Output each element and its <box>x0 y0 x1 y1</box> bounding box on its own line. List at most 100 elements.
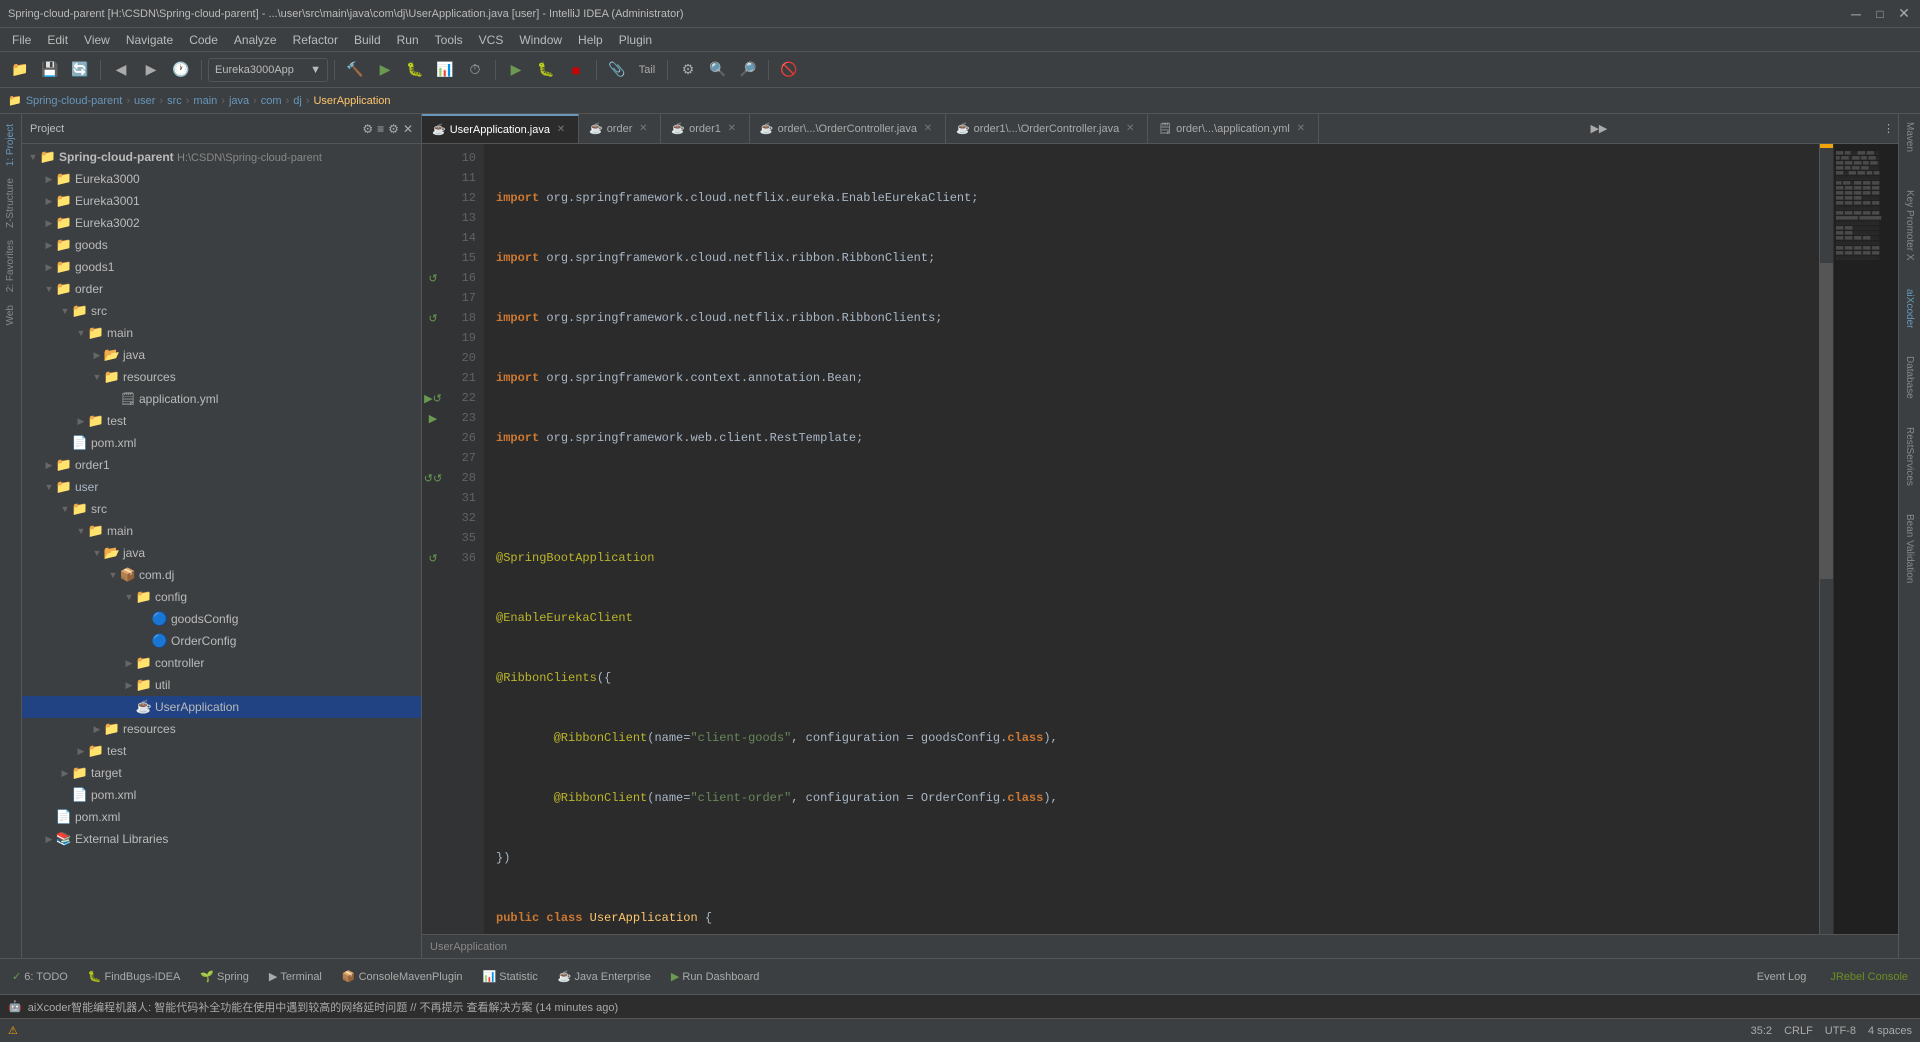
tree-item-eureka3000[interactable]: ▶ 📁 Eureka3000 <box>22 168 421 190</box>
scroll-thumb[interactable] <box>1820 263 1833 579</box>
left-vtab-favorites[interactable]: 2: Favorites <box>2 234 19 298</box>
scroll-bar[interactable] <box>1819 144 1833 934</box>
menu-tools[interactable]: Tools <box>427 28 471 52</box>
tab-overflow-btn[interactable]: ⋮ <box>1879 122 1898 135</box>
menu-file[interactable]: File <box>4 28 39 52</box>
run2-button[interactable]: ▶ <box>502 56 530 84</box>
menu-plugin[interactable]: Plugin <box>611 28 660 52</box>
bottom-tab-terminal[interactable]: ▶ Terminal <box>261 965 330 989</box>
expand-icon[interactable]: ≡ <box>377 122 384 136</box>
tree-item-order[interactable]: ▼ 📁 order <box>22 278 421 300</box>
tree-item-orderconfig[interactable]: ▶ 🔵 OrderConfig <box>22 630 421 652</box>
tab-close-order1[interactable]: ✕ <box>725 122 739 136</box>
menu-edit[interactable]: Edit <box>39 28 76 52</box>
search-button[interactable]: 🔍 <box>704 56 732 84</box>
tree-item-userapplication[interactable]: ▶ ☕ UserApplication <box>22 696 421 718</box>
bottom-tab-spring[interactable]: 🌱 Spring <box>192 965 257 989</box>
menu-window[interactable]: Window <box>511 28 570 52</box>
tree-item-user-test[interactable]: ▶ 📁 test <box>22 740 421 762</box>
tree-item-target[interactable]: ▶ 📁 target <box>22 762 421 784</box>
tab-close-order-ctrl[interactable]: ✕ <box>921 122 935 136</box>
gutter-line-26[interactable]: ↺ ↺ <box>422 468 444 488</box>
tail-button[interactable]: Tail <box>633 56 661 84</box>
event-log-btn[interactable]: Event Log <box>1749 965 1815 989</box>
bc-main[interactable]: main <box>193 95 217 107</box>
tree-item-root-pom[interactable]: ▶ 📄 pom.xml <box>22 806 421 828</box>
stop2-button[interactable]: 🚫 <box>775 56 803 84</box>
sync-button[interactable]: 🔄 <box>66 56 94 84</box>
tree-item-order-pom[interactable]: ▶ 📄 pom.xml <box>22 432 421 454</box>
right-panel-bean-validation[interactable]: Bean Validation <box>1902 510 1917 587</box>
tab-order1[interactable]: ☕ order1 ✕ <box>661 114 750 144</box>
tree-item-order-main[interactable]: ▼ 📁 main <box>22 322 421 344</box>
menu-navigate[interactable]: Navigate <box>118 28 181 52</box>
tree-item-user-main[interactable]: ▼ 📁 main <box>22 520 421 542</box>
right-panel-aixcoder[interactable]: aiXcoder <box>1902 285 1917 332</box>
open-button[interactable]: 📁 <box>6 56 34 84</box>
tree-item-user-comdj[interactable]: ▼ 📦 com.dj <box>22 564 421 586</box>
tab-close-userapplication[interactable]: ✕ <box>554 123 568 137</box>
gutter-line-16[interactable]: ↺ <box>422 268 444 288</box>
tree-item-util[interactable]: ▶ 📁 util <box>22 674 421 696</box>
debug2-button[interactable]: 🐛 <box>532 56 560 84</box>
bottom-tab-statistic[interactable]: 📊 Statistic <box>475 965 546 989</box>
tab-application-yml[interactable]: 🗒 order\...\application.yml ✕ <box>1148 114 1319 144</box>
debug-button[interactable]: 🐛 <box>401 56 429 84</box>
bottom-tab-run-dashboard[interactable]: ▶ Run Dashboard <box>663 965 768 989</box>
close-icon[interactable]: ✕ <box>403 122 413 136</box>
bottom-tab-console-maven[interactable]: 📦 ConsoleMavenPlugin <box>334 965 471 989</box>
bottom-tab-todo[interactable]: ✓ 6: TODO <box>4 965 76 989</box>
tree-item-goods1[interactable]: ▶ 📁 goods1 <box>22 256 421 278</box>
forward-button[interactable]: ▶ <box>137 56 165 84</box>
bc-dj[interactable]: dj <box>293 95 302 107</box>
minimize-btn[interactable]: ─ <box>1848 6 1864 22</box>
bc-user[interactable]: user <box>134 95 155 107</box>
left-vtab-structure[interactable]: Z-Structure <box>2 172 19 234</box>
right-panel-maven[interactable]: Maven <box>1902 118 1917 156</box>
tree-item-user[interactable]: ▼ 📁 user <box>22 476 421 498</box>
tree-item-order-resources[interactable]: ▼ 📁 resources <box>22 366 421 388</box>
menu-help[interactable]: Help <box>570 28 611 52</box>
tree-item-user-resources[interactable]: ▶ 📁 resources <box>22 718 421 740</box>
run-button[interactable]: ▶ <box>371 56 399 84</box>
tree-item-user-java[interactable]: ▼ 📂 java <box>22 542 421 564</box>
tree-item-goodsconfig[interactable]: ▶ 🔵 goodsConfig <box>22 608 421 630</box>
tab-close-yml[interactable]: ✕ <box>1294 122 1308 136</box>
menu-code[interactable]: Code <box>181 28 226 52</box>
tree-item-controller[interactable]: ▶ 📁 controller <box>22 652 421 674</box>
bc-com[interactable]: com <box>261 95 282 107</box>
right-panel-database[interactable]: Database <box>1902 352 1917 403</box>
tab-order1-controller[interactable]: ☕ order1\...\OrderController.java ✕ <box>946 114 1148 144</box>
settings-icon[interactable]: ⚙ <box>388 122 399 136</box>
coverage-button[interactable]: 📊 <box>431 56 459 84</box>
tree-item-config[interactable]: ▼ 📁 config <box>22 586 421 608</box>
tree-item-spring-cloud-parent[interactable]: ▼ 📁 Spring-cloud-parent H:\CSDN\Spring-c… <box>22 146 421 168</box>
attach-debugger-button[interactable]: 📎 <box>603 56 631 84</box>
tree-item-eureka3002[interactable]: ▶ 📁 Eureka3002 <box>22 212 421 234</box>
code-editor[interactable]: import org.springframework.cloud.netflix… <box>484 144 1819 934</box>
left-vtab-project[interactable]: 1: Project <box>2 118 19 172</box>
tree-item-order1[interactable]: ▶ 📁 order1 <box>22 454 421 476</box>
tree-item-external-libs[interactable]: ▶ 📚 External Libraries <box>22 828 421 850</box>
bc-userapplication[interactable]: UserApplication <box>313 95 390 107</box>
build-button[interactable]: 🔨 <box>341 56 369 84</box>
menu-build[interactable]: Build <box>346 28 389 52</box>
sync-icon[interactable]: ⚙ <box>362 122 373 136</box>
close-btn[interactable]: ✕ <box>1896 6 1912 22</box>
tabs-more-button[interactable]: ▶▶ <box>1582 122 1615 135</box>
stop-button[interactable]: ■ <box>562 56 590 84</box>
tab-close-order[interactable]: ✕ <box>636 122 650 136</box>
bc-spring-cloud-parent[interactable]: Spring-cloud-parent <box>26 95 123 107</box>
right-panel-restservices[interactable]: RestServices <box>1902 423 1917 490</box>
menu-analyze[interactable]: Analyze <box>226 28 285 52</box>
bc-src[interactable]: src <box>167 95 182 107</box>
settings-button[interactable]: ⚙ <box>674 56 702 84</box>
save-button[interactable]: 💾 <box>36 56 64 84</box>
left-vtab-web[interactable]: Web <box>2 299 19 331</box>
gutter-line-31[interactable]: ↺ <box>422 548 444 568</box>
bc-java[interactable]: java <box>229 95 249 107</box>
tree-item-user-src[interactable]: ▼ 📁 src <box>22 498 421 520</box>
window-controls[interactable]: ─ □ ✕ <box>1848 6 1912 22</box>
maximize-btn[interactable]: □ <box>1872 6 1888 22</box>
tab-order-controller[interactable]: ☕ order\...\OrderController.java ✕ <box>750 114 946 144</box>
